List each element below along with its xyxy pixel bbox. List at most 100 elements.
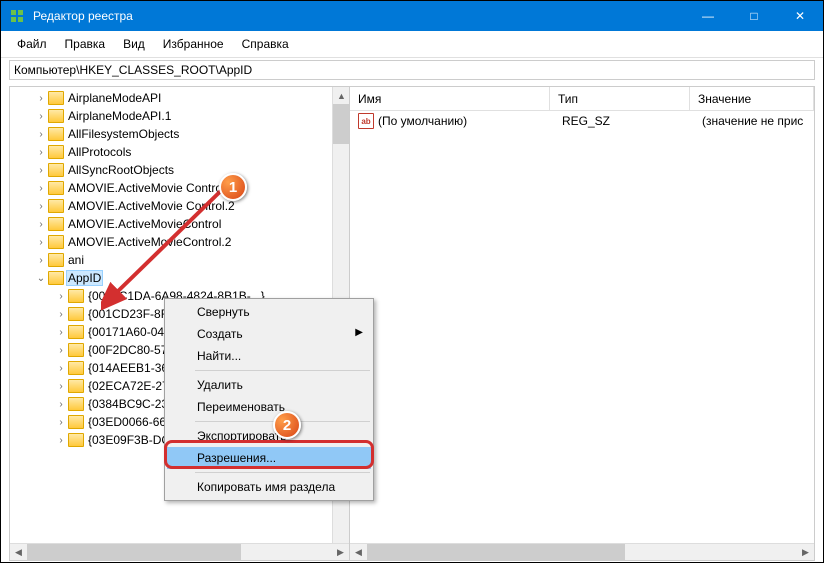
value-data: (значение не прис xyxy=(702,114,814,128)
folder-icon xyxy=(48,199,64,213)
tree-item-label: AllSyncRootObjects xyxy=(66,163,176,177)
expander-icon[interactable]: › xyxy=(54,309,68,320)
folder-icon xyxy=(48,163,64,177)
tree-item-label: AirplaneModeAPI.1 xyxy=(66,109,173,123)
list-row[interactable]: ab (По умолчанию) REG_SZ (значение не пр… xyxy=(350,111,814,131)
tree-item[interactable]: › AMOVIE.ActiveMovie Control.2 xyxy=(30,197,349,215)
expander-icon[interactable]: › xyxy=(34,93,48,104)
folder-icon xyxy=(68,379,84,393)
app-icon xyxy=(9,8,25,24)
expander-icon[interactable]: › xyxy=(54,291,68,302)
cm-export[interactable]: Экспортировать xyxy=(167,425,371,447)
cm-collapse[interactable]: Свернуть xyxy=(167,301,371,323)
tree-item-label: AMOVIE.ActiveMovie Control xyxy=(66,181,227,195)
expander-icon[interactable]: › xyxy=(54,363,68,374)
tree-item[interactable]: ›AirplaneModeAPI xyxy=(30,89,349,107)
tree-item[interactable]: ›AMOVIE.ActiveMovieControl.2 xyxy=(30,233,349,251)
expander-icon[interactable]: › xyxy=(34,255,48,266)
tree-item-label: AllFilesystemObjects xyxy=(66,127,181,141)
window-title: Редактор реестра xyxy=(33,9,685,23)
tree-item[interactable]: › AllProtocols xyxy=(30,143,349,161)
expander-icon[interactable]: ⌄ xyxy=(34,273,48,284)
folder-icon xyxy=(68,361,84,375)
address-bar[interactable]: Компьютер\HKEY_CLASSES_ROOT\AppID xyxy=(9,60,815,80)
tree-item-label: AllProtocols xyxy=(66,145,133,159)
expander-icon[interactable]: › xyxy=(34,183,48,194)
list-horizontal-scrollbar[interactable]: ◀ ▶ xyxy=(350,543,814,560)
expander-icon[interactable]: › xyxy=(34,219,48,230)
folder-icon xyxy=(68,343,84,357)
tree-horizontal-scrollbar[interactable]: ◀ ▶ xyxy=(10,543,349,560)
maximize-button[interactable]: □ xyxy=(731,1,777,31)
expander-icon[interactable]: › xyxy=(34,111,48,122)
submenu-arrow-icon: ▶ xyxy=(355,327,363,338)
cm-delete[interactable]: Удалить xyxy=(167,374,371,396)
scroll-up-icon[interactable]: ▲ xyxy=(333,87,350,104)
expander-icon[interactable]: › xyxy=(54,417,68,428)
cm-new[interactable]: Создать ▶ xyxy=(167,323,371,345)
cm-find[interactable]: Найти... xyxy=(167,345,371,367)
expander-icon[interactable]: › xyxy=(34,147,48,158)
cm-copy-key-name[interactable]: Копировать имя раздела xyxy=(167,476,371,498)
menu-view[interactable]: Вид xyxy=(115,35,153,53)
tree-item[interactable]: ⌄AppID xyxy=(30,269,349,287)
tree-item[interactable]: › AllFilesystemObjects xyxy=(30,125,349,143)
expander-icon[interactable]: › xyxy=(54,381,68,392)
folder-icon xyxy=(48,181,64,195)
window-controls: — □ ✕ xyxy=(685,1,823,31)
folder-icon xyxy=(48,91,64,105)
folder-icon xyxy=(48,127,64,141)
tree-item-label: AMOVIE.ActiveMovieControl xyxy=(66,217,223,231)
scroll-thumb[interactable] xyxy=(333,104,349,144)
cm-new-label: Создать xyxy=(197,327,243,341)
value-name: (По умолчанию) xyxy=(378,114,562,128)
cm-permissions[interactable]: Разрешения... xyxy=(167,447,371,469)
expander-icon[interactable]: › xyxy=(54,435,68,446)
list-header: Имя Тип Значение xyxy=(350,87,814,111)
menu-favorites[interactable]: Избранное xyxy=(155,35,232,53)
expander-icon[interactable]: › xyxy=(54,399,68,410)
cm-rename[interactable]: Переименовать xyxy=(167,396,371,418)
expander-icon[interactable]: › xyxy=(34,129,48,140)
column-header-name[interactable]: Имя xyxy=(350,87,550,110)
scroll-right-icon[interactable]: ▶ xyxy=(332,544,349,561)
scroll-right-icon[interactable]: ▶ xyxy=(797,544,814,561)
content-panes: ›AirplaneModeAPI›AirplaneModeAPI.1›AllFi… xyxy=(9,86,815,561)
value-type: REG_SZ xyxy=(562,114,702,128)
list-pane: Имя Тип Значение ab (По умолчанию) REG_S… xyxy=(350,87,814,560)
tree-item[interactable]: › ani xyxy=(30,251,349,269)
scroll-left-icon[interactable]: ◀ xyxy=(350,544,367,561)
expander-icon[interactable]: › xyxy=(34,237,48,248)
annotation-badge-1: 1 xyxy=(219,173,247,201)
tree-item[interactable]: › AllSyncRootObjects xyxy=(30,161,349,179)
minimize-button[interactable]: — xyxy=(685,1,731,31)
scroll-left-icon[interactable]: ◀ xyxy=(10,544,27,561)
string-value-icon: ab xyxy=(358,113,374,129)
expander-icon[interactable]: › xyxy=(34,201,48,212)
cm-separator xyxy=(195,370,370,371)
folder-icon xyxy=(68,433,84,447)
tree-item-label: AMOVIE.ActiveMovie Control.2 xyxy=(66,199,237,213)
folder-icon xyxy=(68,397,84,411)
cm-separator xyxy=(195,472,370,473)
close-button[interactable]: ✕ xyxy=(777,1,823,31)
folder-icon xyxy=(48,109,64,123)
menubar: Файл Правка Вид Избранное Справка xyxy=(1,31,823,58)
expander-icon[interactable]: › xyxy=(54,345,68,356)
expander-icon[interactable]: › xyxy=(34,165,48,176)
column-header-type[interactable]: Тип xyxy=(550,87,690,110)
expander-icon[interactable]: › xyxy=(54,327,68,338)
tree-item[interactable]: › AMOVIE.ActiveMovieControl xyxy=(30,215,349,233)
annotation-badge-2: 2 xyxy=(273,411,301,439)
folder-icon xyxy=(48,271,64,285)
menu-file[interactable]: Файл xyxy=(9,35,55,53)
tree-item-label: ani xyxy=(66,253,86,267)
tree-item[interactable]: › AMOVIE.ActiveMovie Control xyxy=(30,179,349,197)
folder-icon xyxy=(68,415,84,429)
menu-edit[interactable]: Правка xyxy=(57,35,114,53)
folder-icon xyxy=(68,289,84,303)
tree-item[interactable]: › AirplaneModeAPI.1 xyxy=(30,107,349,125)
menu-help[interactable]: Справка xyxy=(234,35,297,53)
folder-icon xyxy=(48,235,64,249)
column-header-value[interactable]: Значение xyxy=(690,87,814,110)
